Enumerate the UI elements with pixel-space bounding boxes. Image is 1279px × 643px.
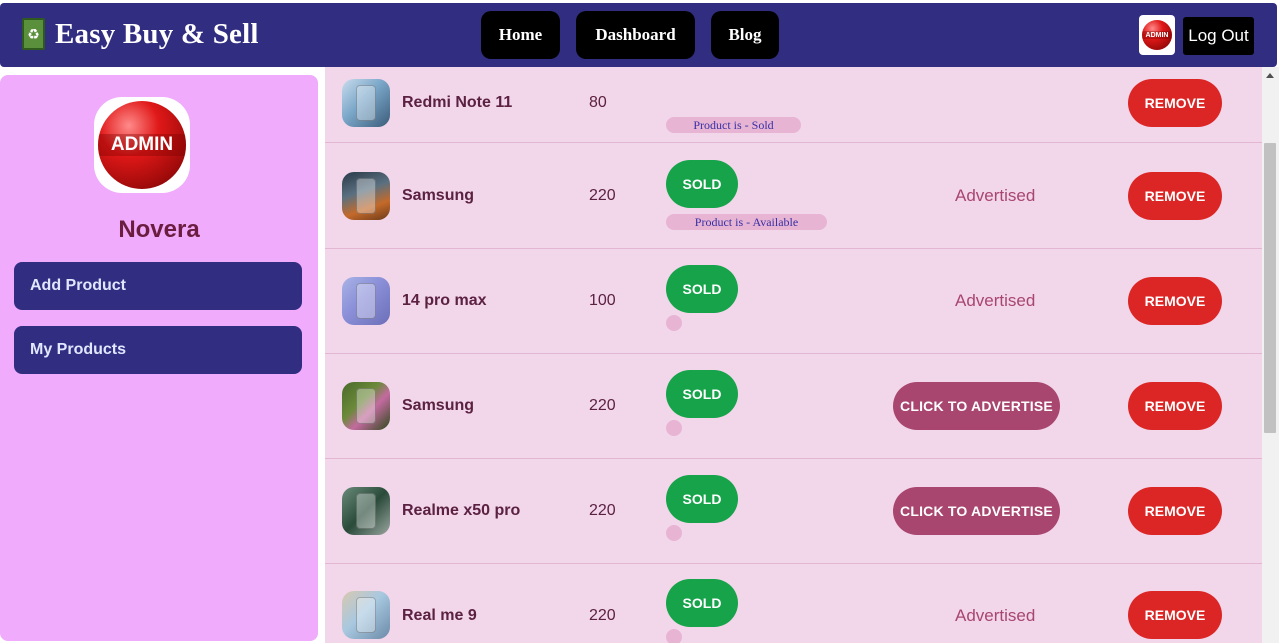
vertical-scrollbar[interactable] <box>1262 67 1279 643</box>
product-thumbnail <box>342 79 390 127</box>
sold-button[interactable]: SOLD <box>666 579 738 627</box>
sold-button[interactable]: SOLD <box>666 160 738 208</box>
status-badge <box>666 315 682 331</box>
remove-button[interactable]: REMOVE <box>1128 487 1222 535</box>
scroll-up-arrow-icon[interactable] <box>1266 73 1274 78</box>
table-row: Real me 9 220 SOLD Advertised REMOVE <box>325 563 1262 643</box>
product-list: Redmi Note 11 80 Product is - Sold REMOV… <box>325 67 1262 643</box>
product-price: 220 <box>589 397 616 414</box>
top-navbar: ♻ Easy Buy & Sell Home Dashboard Blog AD… <box>0 3 1277 67</box>
table-row: 14 pro max 100 SOLD Advertised REMOVE <box>325 249 1262 354</box>
profile-avatar: ADMIN <box>94 97 190 193</box>
profile-name: Novera <box>118 216 200 243</box>
remove-button[interactable]: REMOVE <box>1128 172 1222 220</box>
sold-button[interactable]: SOLD <box>666 370 738 418</box>
product-name: Realme x50 pro <box>402 502 521 519</box>
nav-blog-button[interactable]: Blog <box>711 11 779 59</box>
status-badge: Product is - Available <box>666 214 827 230</box>
product-thumbnail <box>342 382 390 430</box>
product-price: 220 <box>589 502 616 519</box>
product-thumbnail <box>342 591 390 639</box>
brand[interactable]: ♻ Easy Buy & Sell <box>22 17 259 51</box>
table-row: Samsung 220 SOLD Product is - Available … <box>325 144 1262 249</box>
advertise-button[interactable]: CLICK TO ADVERTISE <box>893 382 1060 430</box>
product-thumbnail <box>342 487 390 535</box>
remove-button[interactable]: REMOVE <box>1128 591 1222 639</box>
product-name: Samsung <box>402 187 475 204</box>
advertised-label: Advertised <box>955 291 1036 310</box>
status-badge <box>666 420 682 436</box>
sold-button[interactable]: SOLD <box>666 475 738 523</box>
remove-button[interactable]: REMOVE <box>1128 382 1222 430</box>
user-avatar[interactable]: ADMIN <box>1139 15 1175 55</box>
status-badge <box>666 629 682 643</box>
table-row: Realme x50 pro 220 SOLD CLICK TO ADVERTI… <box>325 459 1262 564</box>
table-row: Redmi Note 11 80 Product is - Sold REMOV… <box>325 67 1262 143</box>
nav-home-button[interactable]: Home <box>481 11 560 59</box>
logout-button[interactable]: Log Out <box>1183 17 1254 55</box>
nav-dashboard-button[interactable]: Dashboard <box>576 11 695 59</box>
status-badge <box>666 525 682 541</box>
product-price: 100 <box>589 292 616 309</box>
sidebar-item-my-products[interactable]: My Products <box>14 326 302 374</box>
product-price: 220 <box>589 607 616 624</box>
product-name: Redmi Note 11 <box>402 94 513 111</box>
advertise-button[interactable]: CLICK TO ADVERTISE <box>893 487 1060 535</box>
product-price: 80 <box>589 94 607 111</box>
product-name: Real me 9 <box>402 607 477 624</box>
status-badge: Product is - Sold <box>666 117 801 133</box>
product-thumbnail <box>342 277 390 325</box>
remove-button[interactable]: REMOVE <box>1128 79 1222 127</box>
advertised-label: Advertised <box>955 606 1036 625</box>
product-price: 220 <box>589 187 616 204</box>
product-thumbnail <box>342 172 390 220</box>
brand-title: Easy Buy & Sell <box>55 18 259 50</box>
scrollbar-thumb[interactable] <box>1264 143 1276 433</box>
advertised-label: Advertised <box>955 186 1036 205</box>
product-name: Samsung <box>402 397 475 414</box>
table-row: Samsung 220 SOLD CLICK TO ADVERTISE REMO… <box>325 354 1262 459</box>
product-name: 14 pro max <box>402 292 487 309</box>
remove-button[interactable]: REMOVE <box>1128 277 1222 325</box>
recycle-bag-icon: ♻ <box>22 18 45 50</box>
admin-badge-icon: ADMIN <box>1142 20 1172 50</box>
sidebar-item-add-product[interactable]: Add Product <box>14 262 302 310</box>
sold-button[interactable]: SOLD <box>666 265 738 313</box>
admin-badge-icon: ADMIN <box>98 101 186 189</box>
sidebar: ADMIN Novera Add Product My Products <box>0 75 318 641</box>
